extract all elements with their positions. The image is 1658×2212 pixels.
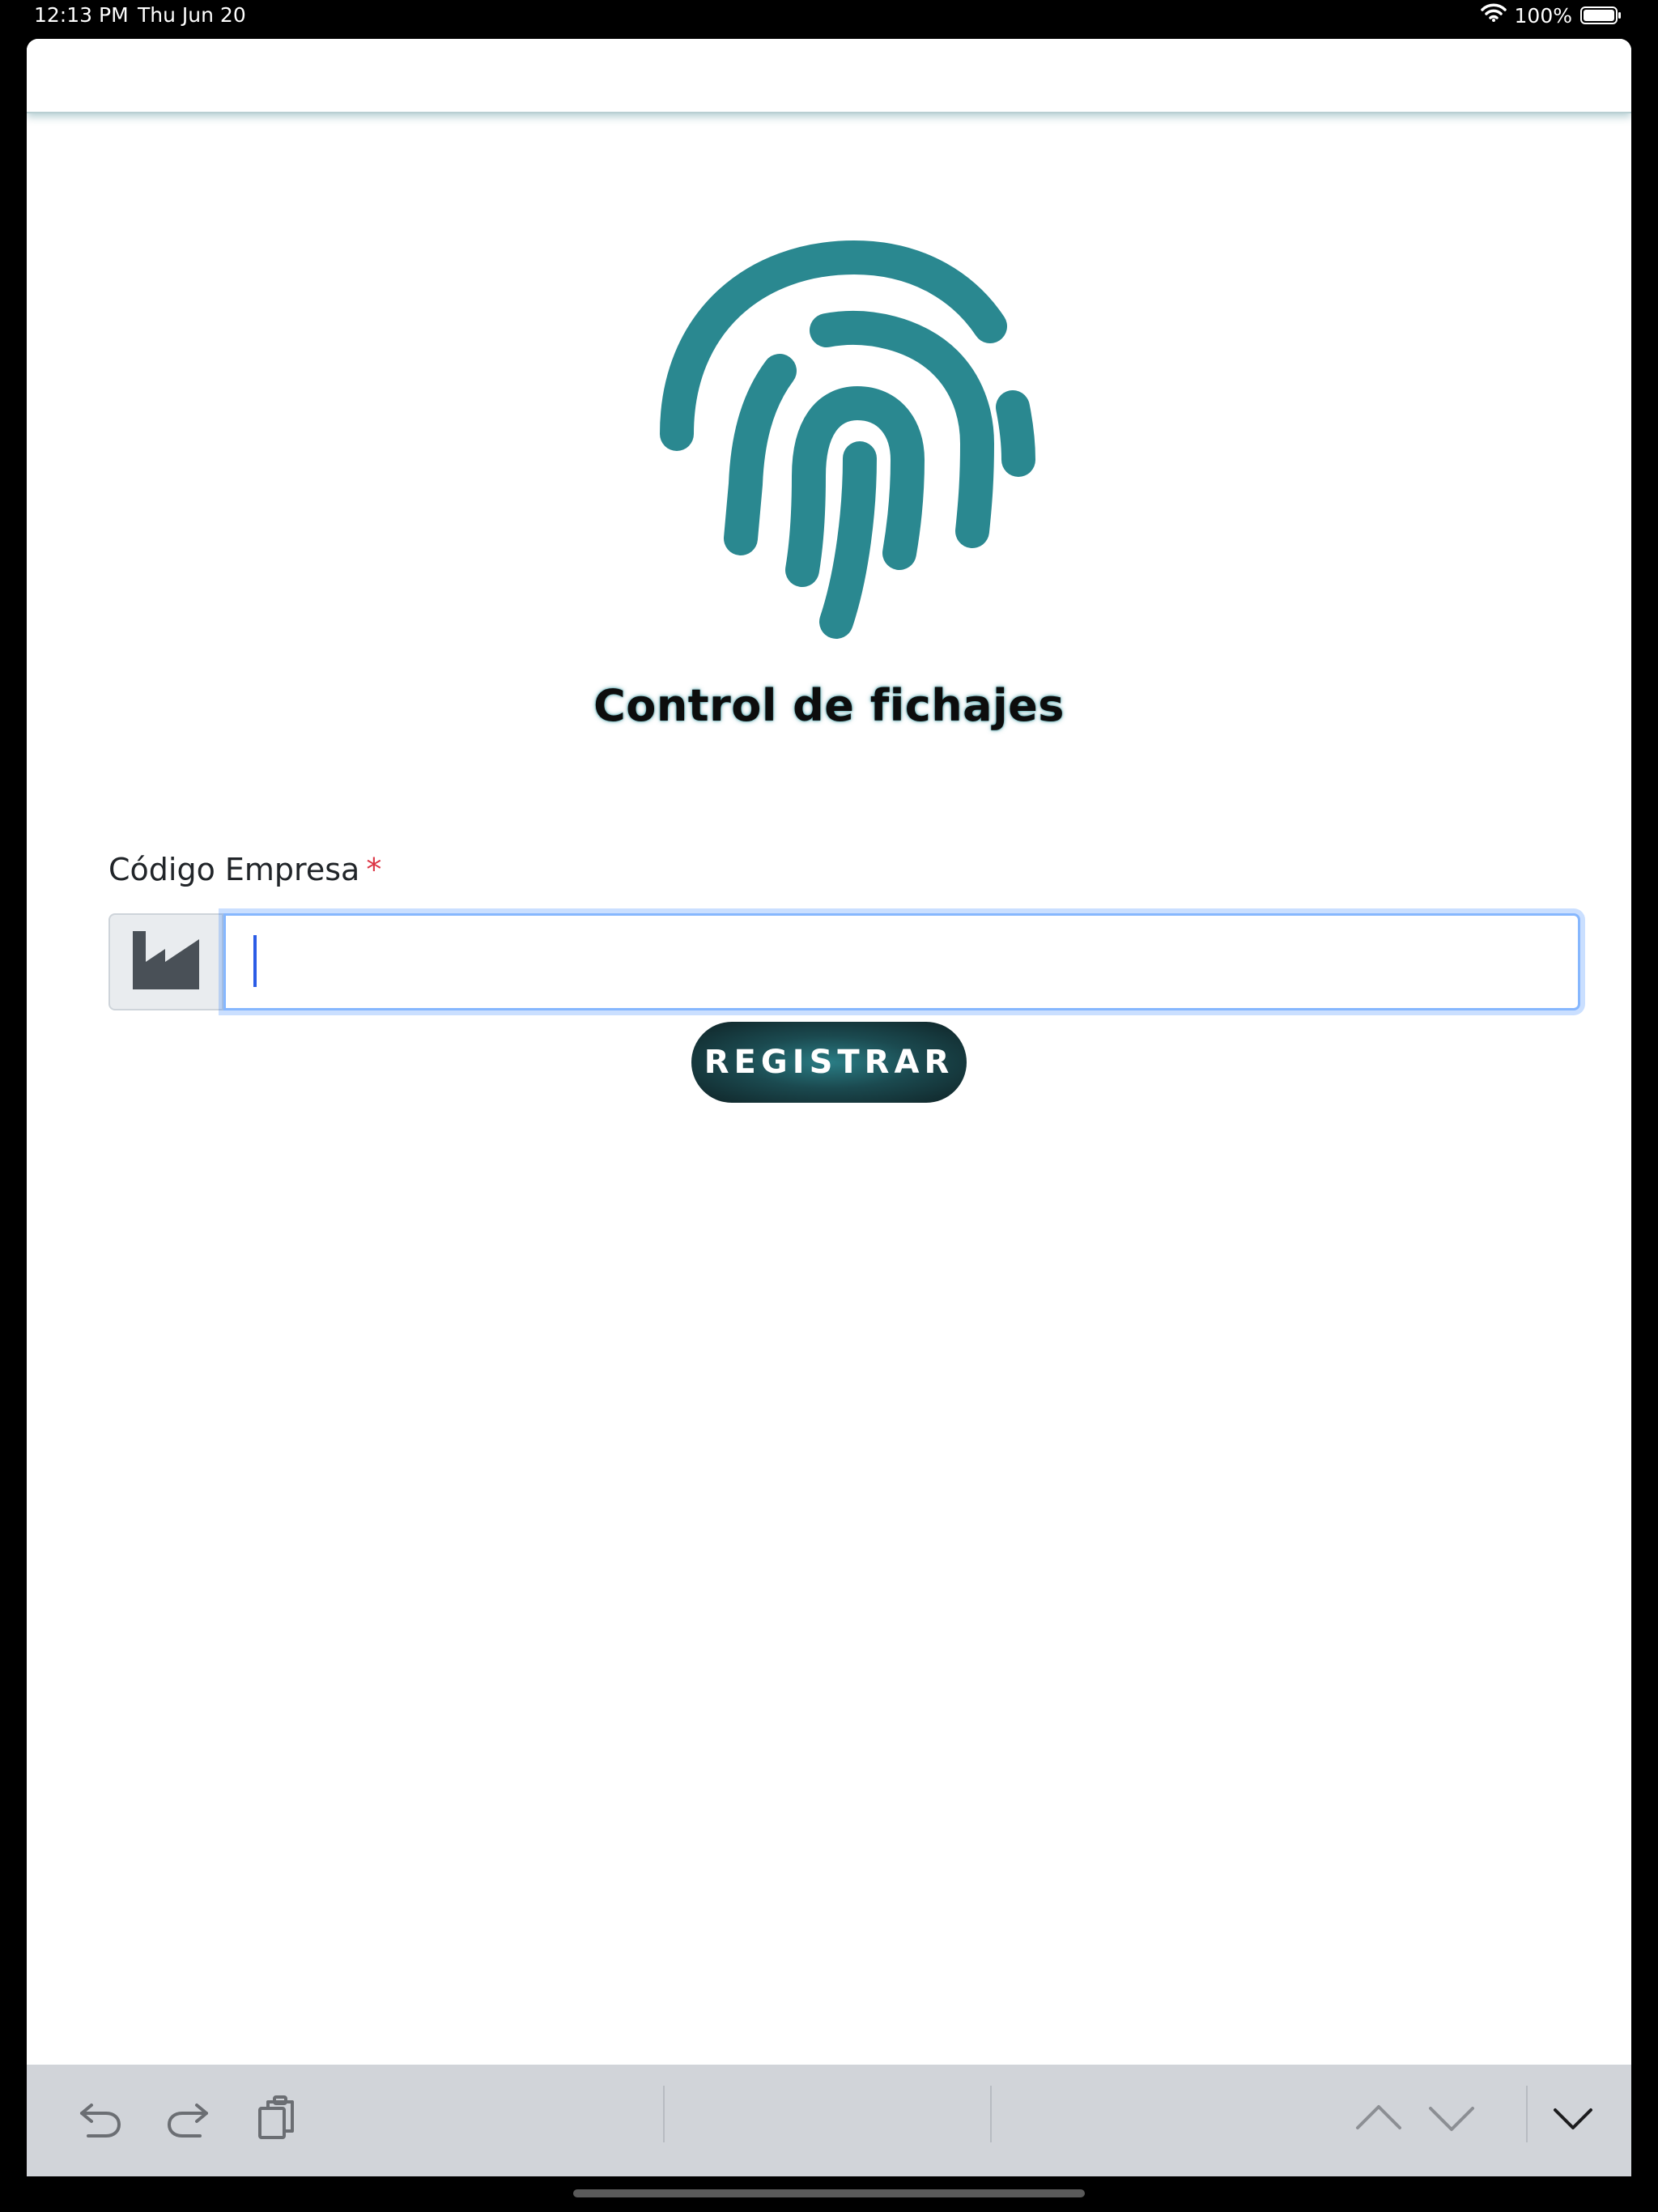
status-date: Thu Jun 20 [138,3,246,27]
register-button[interactable]: REGISTRAR [691,1022,967,1103]
status-bar: 12:13 PM Thu Jun 20 100% [0,0,1658,36]
home-indicator [573,2189,1085,2197]
wifi-icon [1480,3,1507,28]
company-code-input[interactable] [223,913,1580,1010]
chevron-up-icon[interactable] [1354,2094,1403,2142]
app-title: Control de fichajes [593,680,1065,731]
accessory-divider [663,2086,665,2142]
factory-icon [131,929,201,995]
text-caret [253,935,257,987]
accessory-divider [990,2086,992,2142]
dismiss-keyboard-icon[interactable] [1549,2094,1597,2142]
fingerprint-icon [626,201,1079,654]
paste-icon[interactable] [253,2094,302,2142]
company-code-label-text: Código Empresa [108,852,360,887]
company-code-input-group [108,913,1580,1010]
company-code-addon [108,913,223,1010]
battery-percent: 100% [1514,3,1572,28]
keyboard-accessory-bar [27,2065,1631,2176]
accessory-divider [1526,2086,1528,2142]
status-right: 100% [1480,3,1622,28]
undo-icon[interactable] [75,2094,124,2142]
company-code-label: Código Empresa * [108,852,381,887]
app-sheet: Control de fichajes Código Empresa * REGI… [27,39,1631,2176]
chevron-down-icon[interactable] [1427,2094,1476,2142]
required-mark: * [366,852,382,887]
battery-icon [1580,6,1622,25]
status-time: 12:13 PM [34,3,129,27]
redo-icon[interactable] [164,2094,213,2142]
nav-bar [27,39,1631,113]
